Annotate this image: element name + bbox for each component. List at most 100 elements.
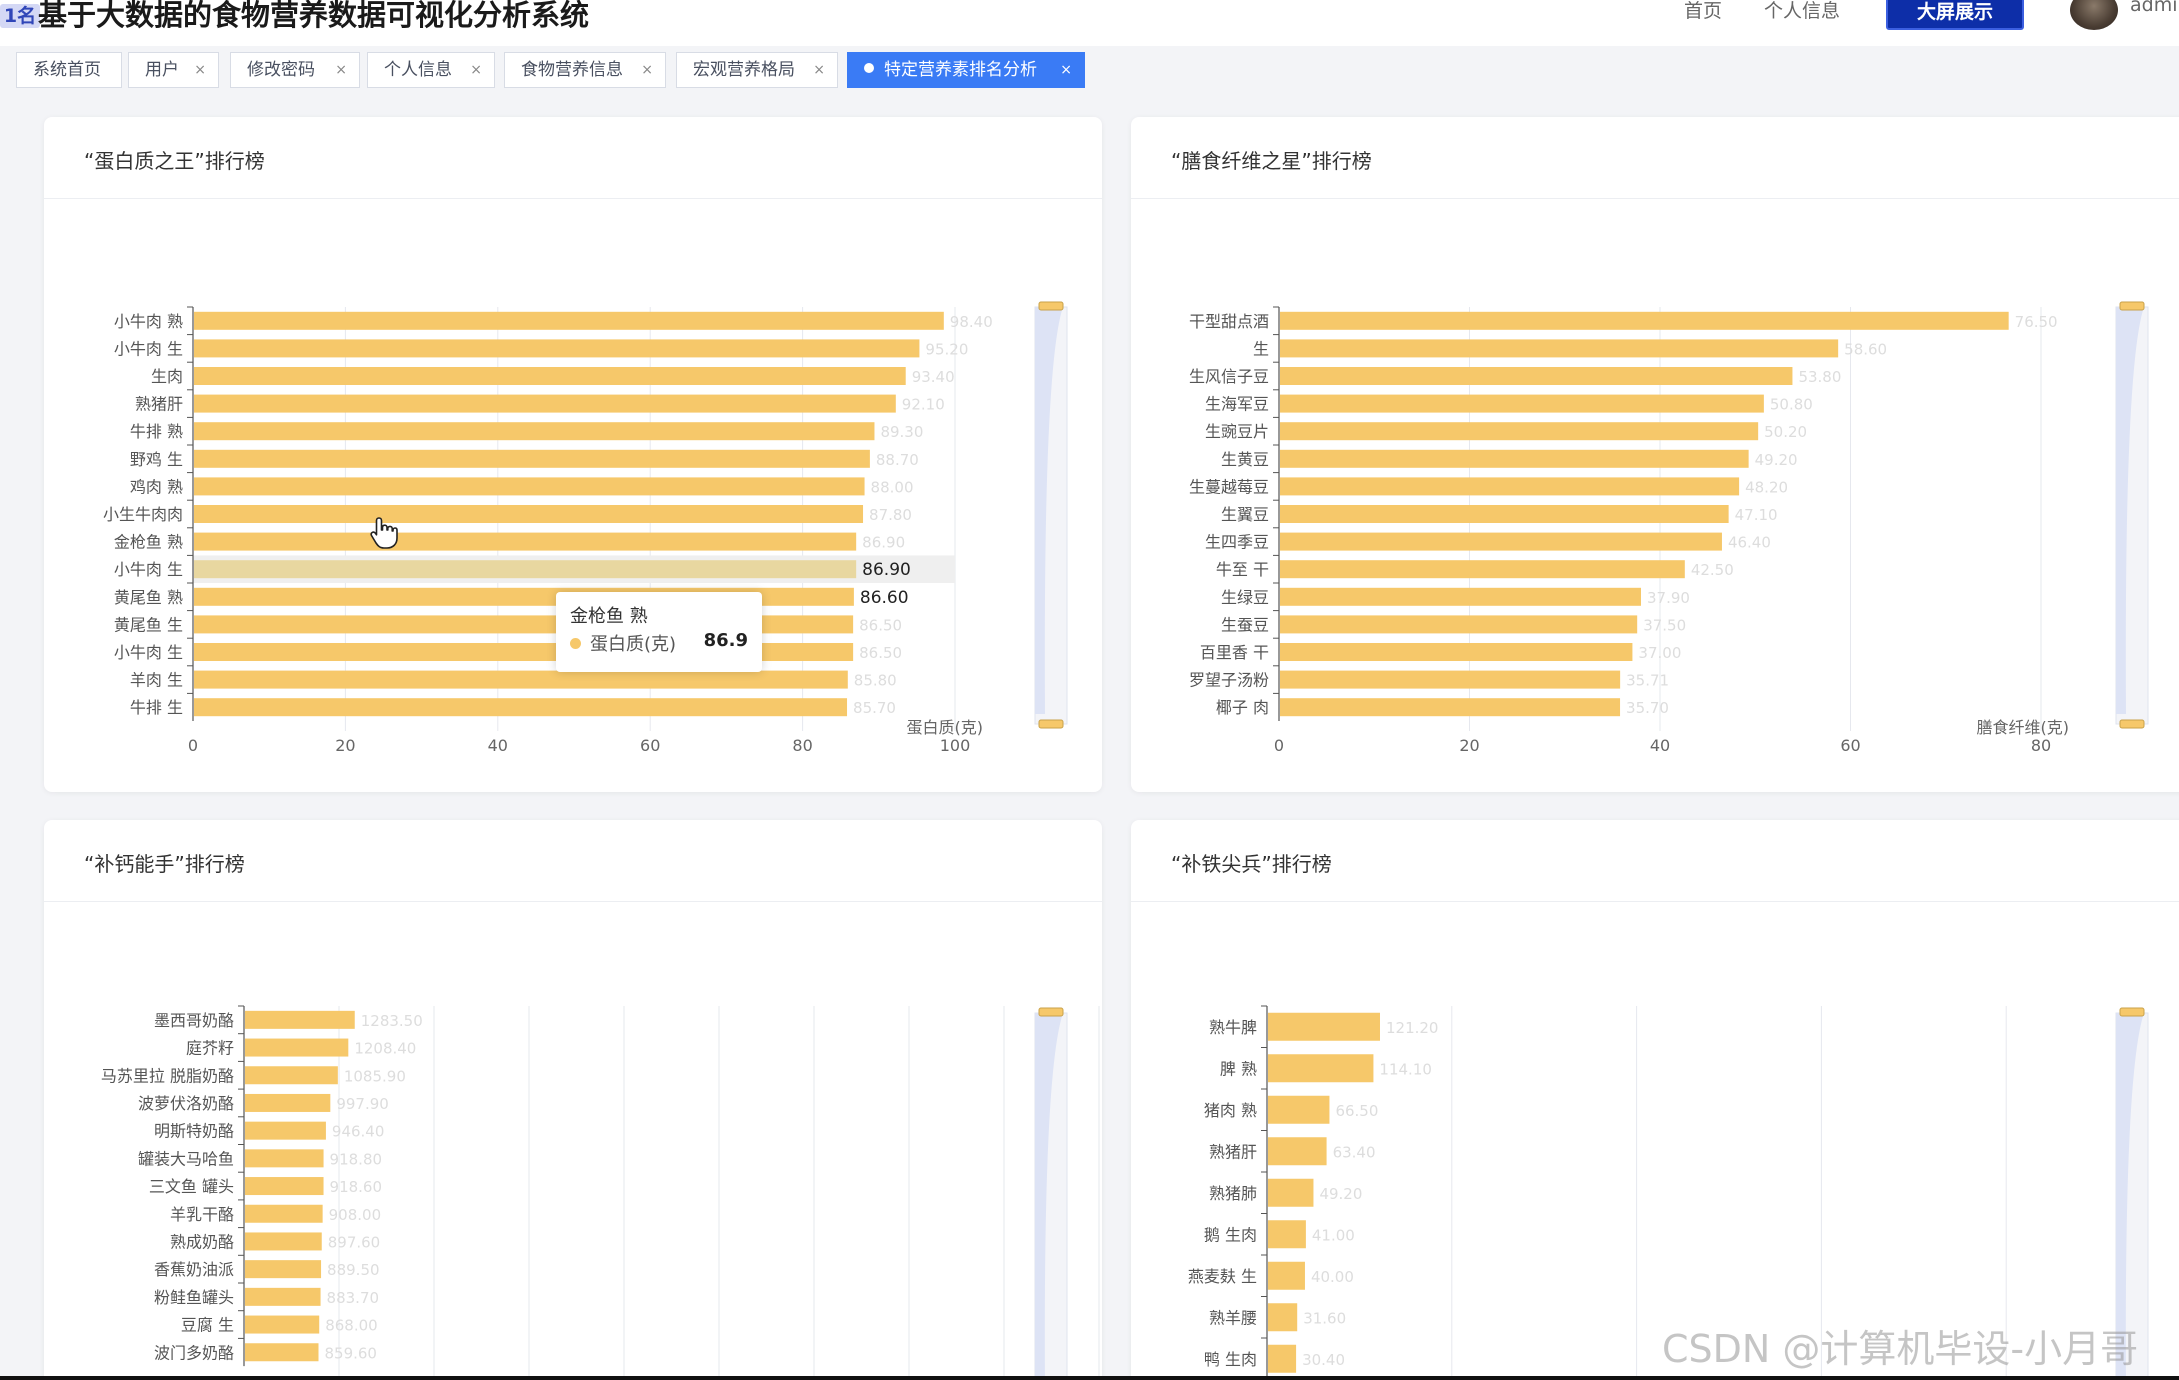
bar bbox=[194, 339, 920, 358]
category-label: 马苏里拉 脱脂奶酪 bbox=[101, 1066, 234, 1085]
category-label: 豆腐 生 bbox=[181, 1316, 234, 1335]
bar bbox=[1280, 670, 1621, 689]
app-logo-badge: 1名 bbox=[0, 4, 40, 28]
big-screen-button[interactable]: 大屏展示 bbox=[1886, 0, 2024, 30]
value-label: 88.00 bbox=[871, 478, 914, 496]
value-label: 897.60 bbox=[328, 1233, 381, 1251]
value-label: 98.40 bbox=[950, 313, 993, 331]
value-label: 37.00 bbox=[1638, 644, 1681, 662]
bar bbox=[194, 422, 875, 441]
category-label: 波萝伏洛奶酪 bbox=[138, 1094, 234, 1113]
nav-home-link[interactable]: 首页 bbox=[1684, 0, 1722, 23]
value-label: 114.10 bbox=[1379, 1060, 1432, 1078]
user-name[interactable]: admin bbox=[2130, 0, 2179, 16]
close-icon[interactable]: × bbox=[194, 53, 206, 87]
value-label: 95.20 bbox=[925, 340, 968, 358]
close-icon[interactable]: × bbox=[1060, 53, 1072, 87]
bar bbox=[194, 367, 906, 385]
bar bbox=[1280, 477, 1740, 496]
bar bbox=[1280, 449, 1749, 468]
bar bbox=[1280, 394, 1764, 413]
value-label: 121.20 bbox=[1386, 1019, 1439, 1037]
iron-ranking-chart[interactable]: 熟牛脾 121.20 脾 熟 114.10 猪肉 熟 66.50 熟猪肝 63.40 熟猪肺 49… bbox=[1131, 820, 2179, 1380]
bar bbox=[245, 1010, 355, 1029]
bar bbox=[194, 698, 848, 717]
value-label: 47.10 bbox=[1735, 506, 1778, 524]
close-icon[interactable]: × bbox=[335, 53, 347, 87]
tab-profile[interactable]: 个人信息 × bbox=[367, 52, 495, 88]
category-label: 牛至 干 bbox=[1216, 560, 1269, 579]
value-label: 86.90 bbox=[862, 560, 911, 580]
zoom-handle-bottom bbox=[1038, 719, 1064, 729]
value-label: 63.40 bbox=[1333, 1143, 1376, 1161]
category-label: 生肉 bbox=[151, 367, 183, 386]
category-label: 生四季豆 bbox=[1205, 533, 1269, 552]
bar bbox=[245, 1343, 319, 1362]
x-tick-label: 20 bbox=[1459, 736, 1479, 755]
bar bbox=[245, 1066, 338, 1085]
avatar[interactable] bbox=[2070, 0, 2118, 30]
x-tick-label: 80 bbox=[2031, 736, 2051, 755]
category-label: 小牛肉 生 bbox=[114, 643, 183, 662]
nav-profile-link[interactable]: 个人信息 bbox=[1764, 0, 1840, 23]
value-label: 49.20 bbox=[1755, 451, 1798, 469]
value-label: 86.90 bbox=[862, 534, 905, 552]
value-label: 76.50 bbox=[2015, 313, 2058, 331]
tab-macro-nutrition[interactable]: 宏观营养格局 × bbox=[676, 52, 838, 88]
zoom-handle-top bbox=[1038, 1007, 1064, 1017]
x-axis-name: 膳食纤维(克) bbox=[1977, 718, 2070, 737]
value-label: 908.00 bbox=[329, 1206, 382, 1224]
value-label: 37.90 bbox=[1647, 589, 1690, 607]
value-label: 1283.50 bbox=[361, 1012, 423, 1030]
x-tick-label: 80 bbox=[792, 736, 812, 755]
bar bbox=[1268, 1095, 1330, 1124]
protein-ranking-chart[interactable]: 小牛肉 熟 98.40 小牛肉 生 95.20 生肉 93.40 熟猪肝 92.10 牛排 熟 8… bbox=[44, 117, 1102, 792]
category-label: 椰子 肉 bbox=[1216, 698, 1269, 717]
category-label: 粉鲑鱼罐头 bbox=[154, 1288, 234, 1307]
category-label: 羊乳干酪 bbox=[170, 1205, 234, 1224]
bar bbox=[245, 1204, 323, 1223]
close-icon[interactable]: × bbox=[470, 53, 482, 87]
value-label: 31.60 bbox=[1303, 1309, 1346, 1327]
category-label: 三文鱼 罐头 bbox=[149, 1177, 234, 1196]
bar bbox=[245, 1093, 331, 1112]
close-icon[interactable]: × bbox=[641, 53, 653, 87]
category-label: 干型甜点酒 bbox=[1189, 312, 1269, 331]
calcium-ranking-chart[interactable]: 墨西哥奶酪 1283.50 庭芥籽 1208.40 马苏里拉 脱脂奶酪 1085.90 波萝… bbox=[44, 820, 1102, 1380]
tab-system-home[interactable]: 系统首页 bbox=[16, 52, 122, 88]
watermark: CSDN @计算机毕设-小月哥 bbox=[1662, 1327, 2139, 1371]
x-tick-label: 60 bbox=[1840, 736, 1860, 755]
app-title: 基于大数据的食物营养数据可视化分析系统 bbox=[38, 0, 590, 32]
tab-change-password[interactable]: 修改密码 × bbox=[230, 52, 360, 88]
fiber-ranking-chart[interactable]: 干型甜点酒 76.50 生 58.60 生风信子豆 53.80 生海军豆 50.80 生豌豆片 5… bbox=[1131, 117, 2179, 792]
bar bbox=[1268, 1054, 1374, 1083]
category-label: 熟牛脾 bbox=[1209, 1018, 1257, 1037]
bar bbox=[1280, 615, 1638, 634]
bar bbox=[1280, 339, 1839, 358]
category-label: 黄尾鱼 熟 bbox=[114, 588, 183, 607]
tooltip-title: 金枪鱼 熟 bbox=[570, 606, 648, 627]
category-label: 罐装大马哈鱼 bbox=[138, 1149, 234, 1168]
category-label: 鸭 生肉 bbox=[1204, 1350, 1257, 1369]
category-label: 脾 熟 bbox=[1220, 1059, 1257, 1078]
tab-food-nutrition[interactable]: 食物营养信息 × bbox=[504, 52, 666, 88]
value-label: 918.60 bbox=[330, 1178, 383, 1196]
value-label: 49.20 bbox=[1319, 1185, 1362, 1203]
tab-nutrient-ranking[interactable]: 特定营养素排名分析 × bbox=[847, 52, 1085, 88]
category-label: 生豌豆片 bbox=[1205, 422, 1269, 441]
category-label: 鸡肉 熟 bbox=[130, 477, 183, 496]
close-icon[interactable]: × bbox=[813, 53, 825, 87]
tooltip-series-dot bbox=[570, 638, 581, 649]
tab-label: 宏观营养格局 bbox=[693, 60, 795, 80]
tab-users[interactable]: 用户 × bbox=[128, 52, 219, 88]
bar bbox=[194, 394, 896, 413]
category-label: 波门多奶酪 bbox=[154, 1343, 234, 1362]
bar bbox=[1280, 643, 1633, 661]
category-label: 熟猪肝 bbox=[1209, 1142, 1257, 1161]
value-label: 41.00 bbox=[1312, 1226, 1355, 1244]
bar bbox=[245, 1287, 321, 1306]
bar bbox=[245, 1232, 322, 1251]
tab-label: 用户 bbox=[145, 60, 179, 80]
bar bbox=[1268, 1261, 1305, 1290]
zoom-handle-top bbox=[2119, 301, 2145, 311]
